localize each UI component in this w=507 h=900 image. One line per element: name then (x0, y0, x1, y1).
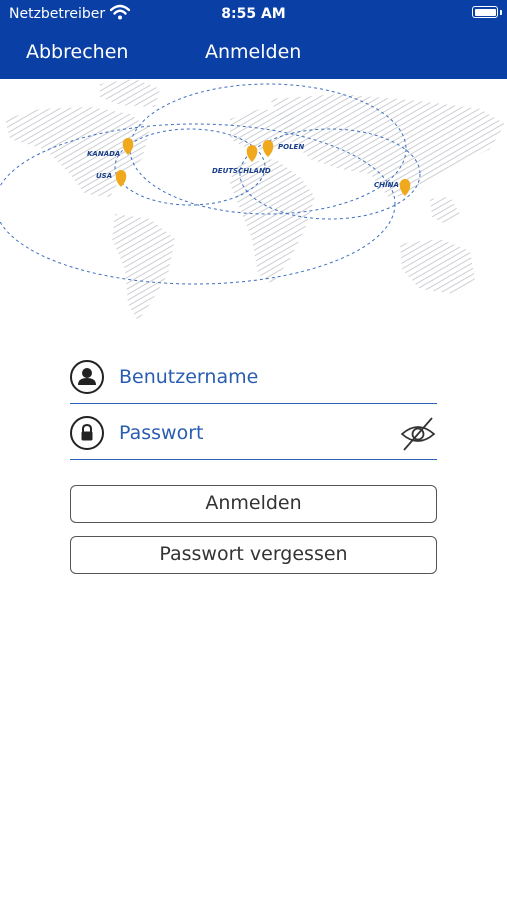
map-label-usa: USA (96, 172, 112, 180)
login-button[interactable]: Anmelden (70, 485, 437, 523)
status-time: 8:55 AM (221, 6, 286, 22)
page-title: Anmelden (205, 41, 302, 63)
pin-usa (115, 170, 127, 187)
password-input[interactable] (119, 417, 389, 449)
world-map: KANADA USA DEUTSCHLAND POLEN CHINA (0, 79, 505, 321)
status-bar: Netzbetreiber 8:55 AM (0, 0, 507, 28)
navigation-bar: Abbrechen Anmelden (0, 28, 507, 79)
continents (5, 79, 505, 321)
map-label-kanada: KANADA (87, 150, 120, 158)
battery-icon (472, 6, 498, 18)
pin-deutschland (246, 145, 258, 162)
password-field (70, 415, 437, 460)
cancel-button[interactable]: Abbrechen (26, 41, 128, 63)
username-input[interactable] (119, 361, 389, 393)
eye-slash-icon[interactable] (399, 415, 437, 453)
battery-tip (500, 10, 502, 15)
user-icon (70, 360, 104, 394)
map-label-deutschland: DEUTSCHLAND (212, 167, 271, 175)
lock-icon (70, 416, 104, 450)
forgot-password-button[interactable]: Passwort vergessen (70, 536, 437, 574)
pin-polen (262, 140, 274, 157)
username-field (70, 359, 437, 404)
map-label-china: CHINA (374, 181, 399, 189)
map-label-polen: POLEN (278, 143, 304, 151)
